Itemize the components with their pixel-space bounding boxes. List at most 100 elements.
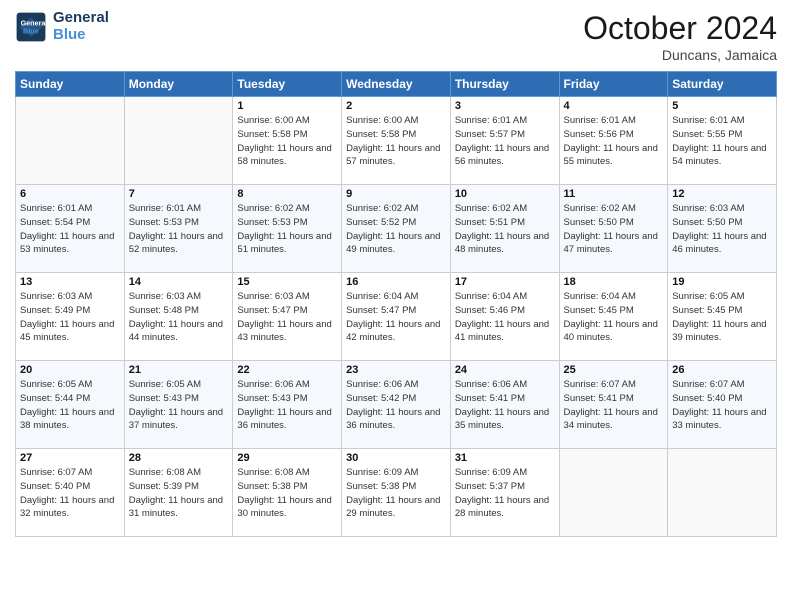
calendar-header-tuesday: Tuesday — [233, 72, 342, 97]
day-number: 15 — [237, 276, 337, 288]
calendar-week-3: 13 Sunrise: 6:03 AMSunset: 5:49 PMDayligh… — [16, 273, 777, 361]
calendar-cell: 1 Sunrise: 6:00 AMSunset: 5:58 PMDaylight… — [233, 97, 342, 185]
day-number: 26 — [672, 364, 772, 376]
calendar-cell — [668, 449, 777, 537]
day-number: 8 — [237, 188, 337, 200]
calendar-header-friday: Friday — [559, 72, 668, 97]
day-info: Sunrise: 6:00 AMSunset: 5:58 PMDaylight:… — [237, 114, 337, 169]
svg-text:Blue: Blue — [23, 26, 39, 35]
calendar-week-5: 27Sunrise: 6:07 AMSunset: 5:40 PMDayligh… — [16, 449, 777, 537]
day-number: 27 — [20, 452, 120, 464]
calendar-cell — [16, 97, 125, 185]
day-number: 9 — [346, 188, 446, 200]
day-number: 18 — [564, 276, 664, 288]
title-block: October 2024 Duncans, Jamaica — [583, 10, 777, 63]
calendar-cell: 2Sunrise: 6:00 AMSunset: 5:58 PMDaylight… — [342, 97, 451, 185]
day-number: 12 — [672, 188, 772, 200]
day-number: 13 — [20, 276, 120, 288]
day-info: Sunrise: 6:01 AMSunset: 5:53 PMDaylight:… — [129, 202, 229, 257]
calendar-header-thursday: Thursday — [450, 72, 559, 97]
logo-icon: General Blue — [15, 11, 47, 43]
day-number: 21 — [129, 364, 229, 376]
day-info: Sunrise: 6:08 AMSunset: 5:39 PMDaylight:… — [129, 466, 229, 521]
header: General Blue General Blue October 2024 D… — [15, 10, 777, 63]
calendar-cell: 3Sunrise: 6:01 AMSunset: 5:57 PMDaylight… — [450, 97, 559, 185]
logo-text-general: General — [53, 10, 109, 27]
day-number: 24 — [455, 364, 555, 376]
calendar-cell: 12 Sunrise: 6:03 AMSunset: 5:50 PMDayligh… — [668, 185, 777, 273]
calendar-cell: 26 Sunrise: 6:07 AMSunset: 5:40 PMDayligh… — [668, 361, 777, 449]
calendar-cell: 17 Sunrise: 6:04 AMSunset: 5:46 PMDayligh… — [450, 273, 559, 361]
calendar-cell: 24 Sunrise: 6:06 AMSunset: 5:41 PMDayligh… — [450, 361, 559, 449]
calendar-cell: 30 Sunrise: 6:09 AMSunset: 5:38 PMDayligh… — [342, 449, 451, 537]
day-number: 1 — [237, 100, 337, 112]
day-number: 28 — [129, 452, 229, 464]
calendar-header-wednesday: Wednesday — [342, 72, 451, 97]
day-info: Sunrise: 6:05 AMSunset: 5:44 PMDaylight:… — [20, 378, 120, 433]
day-info: Sunrise: 6:09 AMSunset: 5:38 PMDaylight:… — [346, 466, 446, 521]
day-number: 31 — [455, 452, 555, 464]
calendar-header-saturday: Saturday — [668, 72, 777, 97]
calendar-cell — [559, 449, 668, 537]
calendar-cell: 27Sunrise: 6:07 AMSunset: 5:40 PMDayligh… — [16, 449, 125, 537]
day-number: 30 — [346, 452, 446, 464]
day-number: 19 — [672, 276, 772, 288]
calendar-cell: 22Sunrise: 6:06 AMSunset: 5:43 PMDayligh… — [233, 361, 342, 449]
day-info: Sunrise: 6:00 AMSunset: 5:58 PMDaylight:… — [346, 114, 446, 169]
calendar-page: General Blue General Blue October 2024 D… — [0, 0, 792, 612]
logo-text-blue: Blue — [53, 27, 109, 44]
logo-wordmark: General Blue — [53, 10, 109, 43]
day-info: Sunrise: 6:01 AMSunset: 5:54 PMDaylight:… — [20, 202, 120, 257]
day-info: Sunrise: 6:08 AMSunset: 5:38 PMDaylight:… — [237, 466, 337, 521]
day-number: 11 — [564, 188, 664, 200]
day-info: Sunrise: 6:03 AMSunset: 5:50 PMDaylight:… — [672, 202, 772, 257]
day-number: 6 — [20, 188, 120, 200]
day-info: Sunrise: 6:01 AMSunset: 5:57 PMDaylight:… — [455, 114, 555, 169]
calendar-cell: 16Sunrise: 6:04 AMSunset: 5:47 PMDayligh… — [342, 273, 451, 361]
calendar-header-row: SundayMondayTuesdayWednesdayThursdayFrid… — [16, 72, 777, 97]
day-info: Sunrise: 6:04 AMSunset: 5:46 PMDaylight:… — [455, 290, 555, 345]
calendar-cell: 15Sunrise: 6:03 AMSunset: 5:47 PMDayligh… — [233, 273, 342, 361]
location: Duncans, Jamaica — [583, 47, 777, 63]
day-number: 29 — [237, 452, 337, 464]
day-info: Sunrise: 6:04 AMSunset: 5:45 PMDaylight:… — [564, 290, 664, 345]
calendar-cell: 19Sunrise: 6:05 AMSunset: 5:45 PMDayligh… — [668, 273, 777, 361]
day-info: Sunrise: 6:02 AMSunset: 5:52 PMDaylight:… — [346, 202, 446, 257]
calendar-cell: 10Sunrise: 6:02 AMSunset: 5:51 PMDayligh… — [450, 185, 559, 273]
calendar-cell: 14Sunrise: 6:03 AMSunset: 5:48 PMDayligh… — [124, 273, 233, 361]
calendar-cell: 5Sunrise: 6:01 AMSunset: 5:55 PMDaylight… — [668, 97, 777, 185]
calendar-header-sunday: Sunday — [16, 72, 125, 97]
calendar-cell: 13 Sunrise: 6:03 AMSunset: 5:49 PMDayligh… — [16, 273, 125, 361]
calendar-table: SundayMondayTuesdayWednesdayThursdayFrid… — [15, 71, 777, 537]
calendar-cell: 7Sunrise: 6:01 AMSunset: 5:53 PMDaylight… — [124, 185, 233, 273]
calendar-cell: 28 Sunrise: 6:08 AMSunset: 5:39 PMDayligh… — [124, 449, 233, 537]
day-info: Sunrise: 6:05 AMSunset: 5:43 PMDaylight:… — [129, 378, 229, 433]
day-info: Sunrise: 6:04 AMSunset: 5:47 PMDaylight:… — [346, 290, 446, 345]
calendar-cell: 20 Sunrise: 6:05 AMSunset: 5:44 PMDayligh… — [16, 361, 125, 449]
day-number: 25 — [564, 364, 664, 376]
day-info: Sunrise: 6:06 AMSunset: 5:43 PMDaylight:… — [237, 378, 337, 433]
day-info: Sunrise: 6:09 AMSunset: 5:37 PMDaylight:… — [455, 466, 555, 521]
day-info: Sunrise: 6:02 AMSunset: 5:53 PMDaylight:… — [237, 202, 337, 257]
day-info: Sunrise: 6:06 AMSunset: 5:41 PMDaylight:… — [455, 378, 555, 433]
calendar-cell: 8 Sunrise: 6:02 AMSunset: 5:53 PMDaylight… — [233, 185, 342, 273]
calendar-cell: 31 Sunrise: 6:09 AMSunset: 5:37 PMDayligh… — [450, 449, 559, 537]
calendar-cell: 18 Sunrise: 6:04 AMSunset: 5:45 PMDayligh… — [559, 273, 668, 361]
day-number: 10 — [455, 188, 555, 200]
day-number: 23 — [346, 364, 446, 376]
calendar-cell: 25 Sunrise: 6:07 AMSunset: 5:41 PMDayligh… — [559, 361, 668, 449]
logo: General Blue General Blue — [15, 10, 109, 43]
day-number: 20 — [20, 364, 120, 376]
calendar-cell: 21 Sunrise: 6:05 AMSunset: 5:43 PMDayligh… — [124, 361, 233, 449]
day-info: Sunrise: 6:03 AMSunset: 5:48 PMDaylight:… — [129, 290, 229, 345]
calendar-cell: 11 Sunrise: 6:02 AMSunset: 5:50 PMDayligh… — [559, 185, 668, 273]
day-info: Sunrise: 6:07 AMSunset: 5:41 PMDaylight:… — [564, 378, 664, 433]
day-info: Sunrise: 6:07 AMSunset: 5:40 PMDaylight:… — [672, 378, 772, 433]
day-info: Sunrise: 6:01 AMSunset: 5:56 PMDaylight:… — [564, 114, 664, 169]
day-info: Sunrise: 6:01 AMSunset: 5:55 PMDaylight:… — [672, 114, 772, 169]
day-number: 4 — [564, 100, 664, 112]
day-info: Sunrise: 6:02 AMSunset: 5:50 PMDaylight:… — [564, 202, 664, 257]
day-info: Sunrise: 6:06 AMSunset: 5:42 PMDaylight:… — [346, 378, 446, 433]
day-number: 17 — [455, 276, 555, 288]
day-info: Sunrise: 6:03 AMSunset: 5:49 PMDaylight:… — [20, 290, 120, 345]
